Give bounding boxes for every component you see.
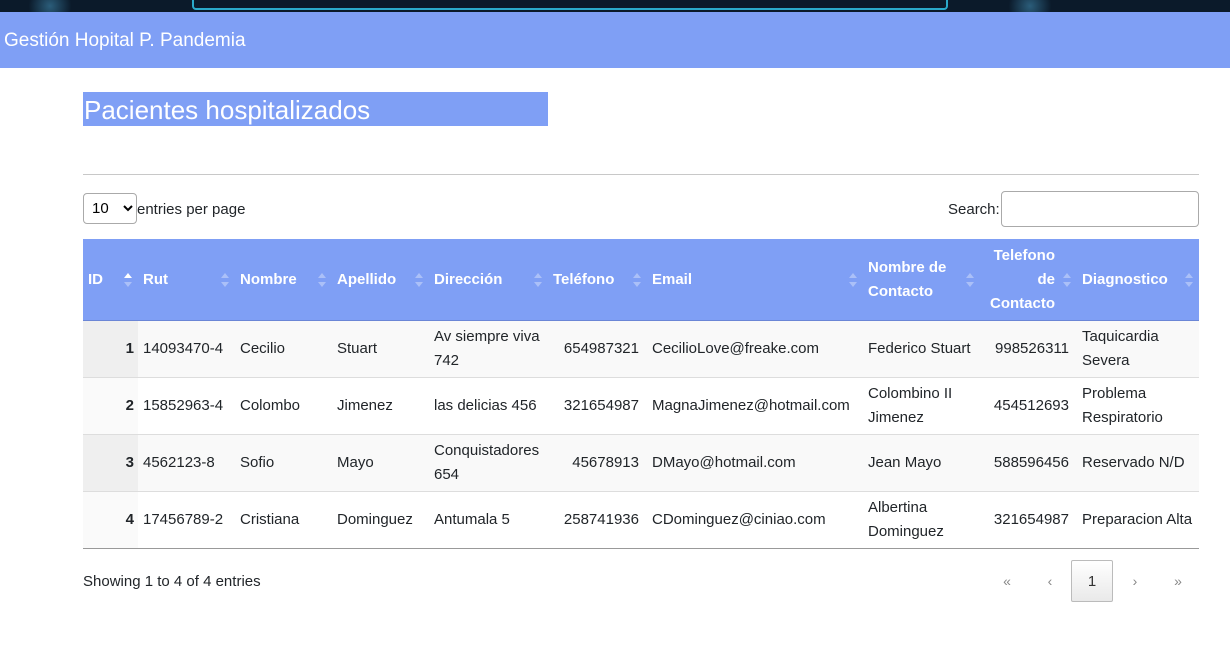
cell-direccion: Antumala 5 [429,491,548,549]
cell-telefono-contacto: 588596456 [980,434,1077,492]
cell-id: 1 [83,320,138,378]
cell-direccion: Conquistadores 654 [429,434,548,492]
cell-direccion: Av siempre viva 742 [429,320,548,378]
cell-email: CDominguez@ciniao.com [647,491,863,549]
cell-rut: 15852963-4 [138,377,235,435]
cell-id: 3 [83,434,138,492]
page-title: Pacientes hospitalizados [83,92,548,126]
column-header-telefono[interactable]: Teléfono [548,239,647,321]
banner-frame [192,0,948,10]
cell-nombre-contacto: Albertina Dominguez [863,491,980,549]
sort-icon [966,272,974,287]
patients-table: ID Rut Nombre Apellido Dirección Teléfon… [83,239,1199,549]
pagination-last-button[interactable]: » [1157,560,1199,602]
cell-diagnostico: Taquicardia Severa [1077,320,1199,378]
sort-icon [633,272,641,287]
table-row: 2 15852963-4 Colombo Jimenez las delicias 45… [83,377,1199,435]
column-header-direccion[interactable]: Dirección [429,239,548,321]
cell-rut: 4562123-8 [138,434,235,492]
column-header-id[interactable]: ID [83,239,138,321]
cell-apellido: Jimenez [332,377,429,435]
pagination-next-button[interactable]: › [1114,560,1156,602]
sort-icon [318,272,326,287]
sort-icon [124,272,132,287]
cell-telefono-contacto: 454512693 [980,377,1077,435]
cell-email: DMayo@hotmail.com [647,434,863,492]
sort-icon [1063,272,1071,287]
entries-per-page-select[interactable]: 10 [83,193,137,224]
column-header-nombre-contacto[interactable]: Nombre de Contacto [863,239,980,321]
cell-apellido: Stuart [332,320,429,378]
table-row: 3 4562123-8 Sofio Mayo Conquistadores 654 456… [83,434,1199,492]
cell-apellido: Mayo [332,434,429,492]
cell-telefono: 258741936 [548,491,647,549]
search-input[interactable] [1001,191,1199,227]
cell-nombre-contacto: Jean Mayo [863,434,980,492]
cell-rut: 17456789-2 [138,491,235,549]
search-label: Search: [948,201,1000,218]
cell-telefono: 45678913 [548,434,647,492]
cell-email: MagnaJimenez@hotmail.com [647,377,863,435]
top-banner-strip [0,0,1230,12]
column-header-diagnostico[interactable]: Diagnostico [1077,239,1199,321]
cell-id: 2 [83,377,138,435]
sort-icon [849,272,857,287]
table-header-row: ID Rut Nombre Apellido Dirección Teléfon… [83,239,1199,321]
cell-direccion: las delicias 456 [429,377,548,435]
pagination-prev-button[interactable]: ‹ [1029,560,1071,602]
cell-nombre: Cecilio [235,320,332,378]
cell-diagnostico: Preparacion Alta [1077,491,1199,549]
cell-telefono: 321654987 [548,377,647,435]
cell-diagnostico: Reservado N/D [1077,434,1199,492]
table-row: 1 14093470-4 Cecilio Stuart Av siempre viva … [83,320,1199,378]
cell-apellido: Dominguez [332,491,429,549]
column-header-nombre[interactable]: Nombre [235,239,332,321]
cell-nombre: Colombo [235,377,332,435]
pagination-page-1[interactable]: 1 [1071,560,1113,602]
sort-icon [415,272,423,287]
cell-telefono-contacto: 321654987 [980,491,1077,549]
cell-diagnostico: Problema Respiratorio [1077,377,1199,435]
sort-icon [1185,272,1193,287]
navbar: Gestión Hopital P. Pandemia [0,12,1230,68]
cell-nombre: Sofio [235,434,332,492]
table-row: 4 17456789-2 Cristiana Dominguez Antumala 52… [83,491,1199,549]
navbar-brand[interactable]: Gestión Hopital P. Pandemia [4,30,246,52]
cell-nombre-contacto: Federico Stuart [863,320,980,378]
entries-per-page-label: entries per page [137,201,246,218]
pagination-first-button[interactable]: « [986,560,1028,602]
banner-decoration [20,0,80,12]
cell-nombre-contacto: Colombino II Jimenez [863,377,980,435]
column-header-apellido[interactable]: Apellido [332,239,429,321]
sort-icon [221,272,229,287]
divider [83,174,1199,175]
column-header-email[interactable]: Email [647,239,863,321]
cell-email: CecilioLove@freake.com [647,320,863,378]
column-header-rut[interactable]: Rut [138,239,235,321]
cell-telefono-contacto: 998526311 [980,320,1077,378]
cell-id: 4 [83,491,138,549]
column-header-telefono-contacto[interactable]: Telefono de Contacto [980,239,1077,321]
cell-rut: 14093470-4 [138,320,235,378]
cell-telefono: 654987321 [548,320,647,378]
sort-icon [534,272,542,287]
entries-per-page-control: 10 [83,193,137,224]
table-info: Showing 1 to 4 of 4 entries [83,573,261,590]
cell-nombre: Cristiana [235,491,332,549]
banner-decoration [1000,0,1060,12]
